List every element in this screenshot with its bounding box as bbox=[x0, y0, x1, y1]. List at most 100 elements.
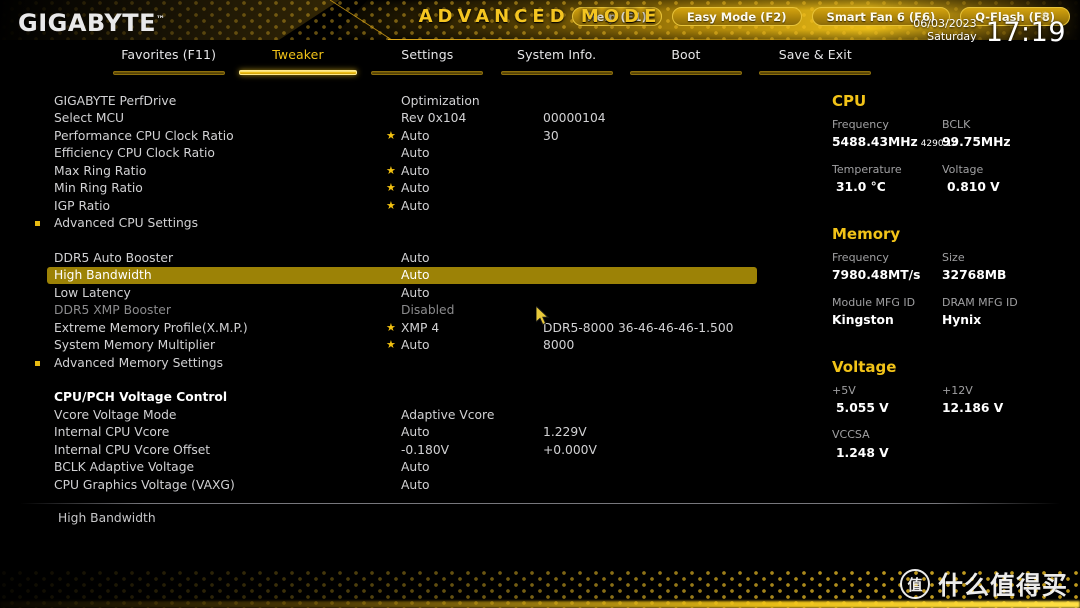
setting-value[interactable]: Auto bbox=[395, 478, 543, 492]
setting-name: IGP Ratio bbox=[54, 198, 111, 213]
setting-row-advanced-memory-settings[interactable]: Advanced Memory Settings bbox=[35, 354, 757, 372]
cpu-info-group: CPU Frequency 5488.43MHz 4290.14 BCLK 99.… bbox=[832, 92, 1080, 196]
setting-row-advanced-cpu-settings[interactable]: Advanced CPU Settings bbox=[35, 215, 757, 233]
setting-value[interactable]: -0.180V bbox=[395, 443, 543, 457]
favorite-star-icon[interactable]: ★ bbox=[386, 339, 396, 350]
setting-value[interactable]: Auto bbox=[395, 251, 543, 265]
tab-label: Tweaker bbox=[272, 47, 324, 62]
memory-dram-mfg-label: DRAM MFG ID bbox=[942, 295, 1018, 309]
setting-name: Advanced CPU Settings bbox=[54, 216, 198, 231]
setting-value-text: Auto bbox=[401, 477, 430, 492]
setting-row-vcore-voltage-mode[interactable]: Vcore Voltage Mode Adaptive Vcore bbox=[47, 406, 757, 424]
memory-row-2: Module MFG ID Kingston DRAM MFG ID Hynix bbox=[832, 294, 1080, 329]
setting-row-bclk-adaptive-voltage[interactable]: BCLK Adaptive Voltage Auto bbox=[47, 459, 757, 477]
setting-row-extreme-memory-profile-x-m-p[interactable]: Extreme Memory Profile(X.M.P.) ★ XMP 4 DDR5… bbox=[47, 319, 757, 337]
setting-value-text: Auto bbox=[401, 181, 430, 196]
setting-value[interactable]: ★ Auto bbox=[386, 128, 543, 143]
tab-settings[interactable]: Settings bbox=[363, 47, 492, 75]
setting-value[interactable]: Disabled bbox=[395, 303, 543, 317]
setting-row-high-bandwidth[interactable]: High Bandwidth Auto bbox=[47, 266, 757, 284]
favorite-star-icon[interactable]: ★ bbox=[386, 182, 396, 193]
setting-name: DDR5 XMP Booster bbox=[54, 303, 171, 318]
cpu-voltage-cell: Voltage 0.810 V bbox=[942, 161, 1038, 196]
setting-row-ddr5-auto-booster[interactable]: DDR5 Auto Booster Auto bbox=[47, 249, 757, 267]
setting-row-low-latency[interactable]: Low Latency Auto bbox=[47, 284, 757, 302]
voltage-info-group: Voltage +5V 5.055 V +12V 12.186 V VCCSA … bbox=[832, 358, 1080, 462]
cpu-bclk-label: BCLK bbox=[942, 118, 971, 131]
cpu-row-1: Frequency 5488.43MHz 4290.14 BCLK 99.75MH… bbox=[832, 116, 1080, 152]
favorite-star-icon[interactable]: ★ bbox=[386, 200, 396, 211]
setting-row-efficiency-cpu-clock-ratio[interactable]: Efficiency CPU Clock Ratio Auto bbox=[47, 145, 757, 163]
setting-row-select-mcu[interactable]: Select MCU Rev 0x104 00000104 bbox=[47, 110, 757, 128]
voltage-vccsa-label: VCCSA bbox=[832, 428, 870, 442]
setting-value-secondary: 8000 bbox=[543, 338, 575, 353]
date-text: 06/03/2023 bbox=[913, 17, 977, 30]
setting-row-system-memory-multiplier[interactable]: System Memory Multiplier ★ Auto 8000 bbox=[47, 337, 757, 355]
memory-info-group: Memory Frequency 7980.48MT/s Size 32768M… bbox=[832, 225, 1080, 329]
voltage-vccsa-value: 1.248 V bbox=[836, 445, 889, 460]
setting-row-max-ring-ratio[interactable]: Max Ring Ratio ★ Auto bbox=[47, 162, 757, 180]
setting-row-min-ring-ratio[interactable]: Min Ring Ratio ★ Auto bbox=[47, 180, 757, 198]
setting-value[interactable]: Optimization bbox=[395, 94, 543, 108]
setting-value-text: Disabled bbox=[401, 303, 455, 318]
setting-value[interactable]: ★ Auto bbox=[386, 199, 543, 213]
setting-value-secondary: 1.229V bbox=[543, 425, 587, 440]
setting-row-internal-cpu-vcore-offset[interactable]: Internal CPU Vcore Offset -0.180V +0.000V bbox=[47, 441, 757, 459]
setting-value[interactable]: Auto bbox=[395, 146, 543, 160]
tab-tweaker[interactable]: Tweaker bbox=[233, 47, 362, 75]
setting-row-performance-cpu-clock-ratio[interactable]: Performance CPU Clock Ratio ★ Auto 30 bbox=[47, 127, 757, 145]
cpu-frequency-cell: Frequency 5488.43MHz 4290.14 bbox=[832, 116, 958, 152]
setting-value-text: Auto bbox=[401, 146, 430, 161]
gear-icon[interactable] bbox=[1039, 8, 1050, 26]
time-text: 17:19 bbox=[985, 16, 1066, 48]
footer-bar bbox=[0, 570, 1080, 608]
tab-label: Favorites (F11) bbox=[121, 47, 217, 62]
tab-system-info[interactable]: System Info. bbox=[492, 47, 621, 75]
settings-list: GIGABYTE PerfDrive Optimization Select MCU… bbox=[35, 92, 757, 494]
setting-value[interactable]: ★ Auto bbox=[386, 164, 543, 178]
submenu-marker-icon bbox=[35, 221, 40, 226]
setting-value[interactable]: ★ Auto bbox=[386, 181, 543, 196]
cpu-frequency-label: Frequency bbox=[832, 118, 889, 131]
tab-underline bbox=[629, 71, 742, 75]
setting-value[interactable]: ★ Auto bbox=[386, 338, 543, 353]
setting-value[interactable]: Auto bbox=[395, 460, 543, 474]
setting-row-igp-ratio[interactable]: IGP Ratio ★ Auto bbox=[47, 197, 757, 215]
tab-underline bbox=[112, 71, 225, 75]
memory-dram-mfg-value: Hynix bbox=[942, 312, 982, 327]
setting-name: Select MCU bbox=[54, 111, 125, 126]
setting-name: GIGABYTE PerfDrive bbox=[54, 93, 177, 108]
setting-value-secondary: 00000104 bbox=[543, 111, 606, 126]
cpu-bclk-value: 99.75MHz bbox=[942, 135, 1011, 150]
memory-module-mfg-cell: Module MFG ID Kingston bbox=[832, 294, 942, 329]
setting-name: High Bandwidth bbox=[54, 268, 152, 283]
tab-boot[interactable]: Boot bbox=[621, 47, 750, 75]
setting-name: Vcore Voltage Mode bbox=[54, 407, 177, 422]
setting-row-ddr5-xmp-booster[interactable]: DDR5 XMP Booster Disabled bbox=[47, 302, 757, 320]
favorite-star-icon[interactable]: ★ bbox=[386, 130, 396, 141]
tab-save-exit[interactable]: Save & Exit bbox=[751, 47, 880, 75]
tab-favorites-f11[interactable]: Favorites (F11) bbox=[104, 47, 233, 75]
tab-label: Settings bbox=[401, 47, 454, 62]
favorite-star-icon[interactable]: ★ bbox=[386, 165, 396, 176]
setting-value[interactable]: Auto bbox=[395, 268, 543, 282]
setting-value-text: Auto bbox=[401, 338, 430, 353]
memory-frequency-value: 7980.48MT/s bbox=[832, 268, 921, 283]
setting-row-cpu-graphics-voltage-vaxg[interactable]: CPU Graphics Voltage (VAXG) Auto bbox=[47, 476, 757, 494]
setting-row-gigabyte-perfdrive[interactable]: GIGABYTE PerfDrive Optimization bbox=[47, 92, 757, 110]
setting-value[interactable]: Adaptive Vcore bbox=[395, 408, 543, 422]
favorite-star-icon[interactable]: ★ bbox=[386, 322, 396, 333]
setting-name: Extreme Memory Profile(X.M.P.) bbox=[54, 320, 248, 335]
setting-value[interactable]: ★ XMP 4 bbox=[386, 321, 543, 335]
setting-row-internal-cpu-vcore[interactable]: Internal CPU Vcore Auto 1.229V bbox=[47, 424, 757, 442]
tab-underline bbox=[759, 71, 872, 75]
setting-value[interactable]: Auto bbox=[395, 425, 543, 439]
setting-value[interactable]: Auto bbox=[395, 286, 543, 300]
voltage-12v-label: +12V bbox=[942, 384, 973, 397]
setting-value[interactable]: Rev 0x104 bbox=[395, 111, 543, 125]
setting-value-text: Auto bbox=[401, 128, 430, 143]
bios-screen: GIGABYTE™ ADVANCED MODE 06/03/2023 Satur… bbox=[0, 0, 1080, 608]
setting-value-text: -0.180V bbox=[401, 442, 450, 457]
